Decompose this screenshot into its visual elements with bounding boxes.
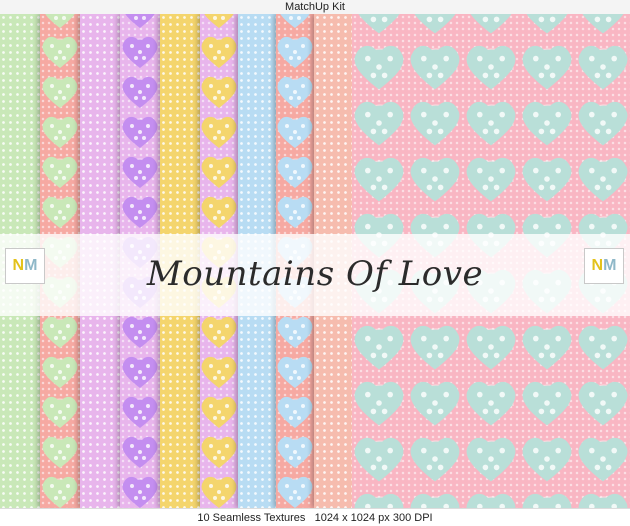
- title-banner: Mountains Of Love: [0, 234, 630, 316]
- kit-title: Mountains Of Love: [146, 254, 484, 294]
- nm-logo-left: NM: [5, 248, 45, 284]
- nm-logo-right: NM: [584, 248, 624, 284]
- footer-caption: 10 Seamless Textures 1024 x 1024 px 300 …: [0, 508, 630, 526]
- texture-stack: Mountains Of Love NM NM: [0, 14, 630, 508]
- window-title: MatchUp Kit: [0, 0, 630, 15]
- logo-letter-n: N: [591, 257, 604, 274]
- logo-letter-n: N: [12, 257, 25, 274]
- preview-frame: MatchUp Kit Mountains Of Love NM NM 10 S…: [0, 0, 630, 526]
- logo-letter-m: M: [24, 257, 38, 274]
- logo-letter-m: M: [603, 257, 617, 274]
